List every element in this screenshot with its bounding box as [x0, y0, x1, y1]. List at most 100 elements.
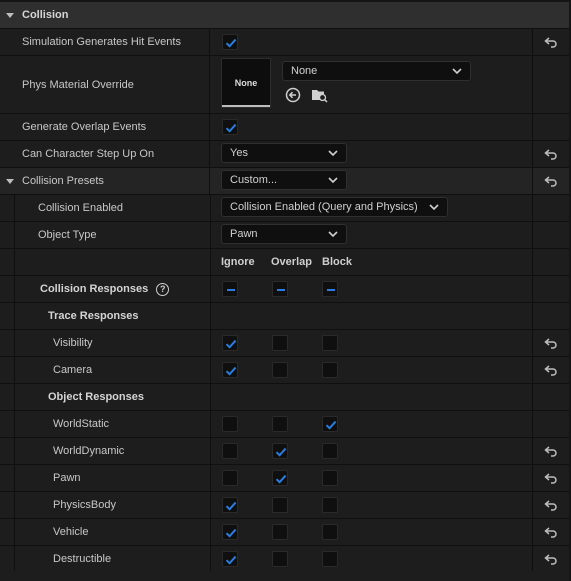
block-checkbox[interactable]	[322, 335, 338, 351]
reset-arrow-icon	[544, 554, 557, 565]
overlap-events-label: Generate Overlap Events	[22, 121, 147, 133]
ignore-checkbox[interactable]	[222, 335, 238, 351]
chevron-down-icon	[429, 204, 439, 211]
reset-arrow-icon	[544, 446, 557, 457]
presets-label: Collision Presets	[22, 175, 104, 187]
reset-arrow-icon	[544, 338, 557, 349]
reset-column	[533, 411, 569, 437]
block-checkbox[interactable]	[322, 362, 338, 378]
collapse-triangle-icon[interactable]	[6, 12, 14, 18]
overlap-events-checkbox[interactable]	[222, 119, 238, 135]
response-row: WorldStatic	[0, 411, 569, 438]
response-name: Camera	[53, 364, 93, 376]
checkmark-icon	[225, 38, 237, 48]
indeterminate-icon	[327, 289, 335, 291]
col-overlap-header: Overlap	[271, 256, 312, 268]
row-collision-enabled: Collision Enabled Collision Enabled (Que…	[0, 195, 569, 222]
object-type-combo[interactable]: Pawn	[221, 224, 347, 244]
section-title: Collision	[22, 9, 69, 21]
all-overlap-checkbox[interactable]	[272, 281, 288, 297]
overlap-checkbox[interactable]	[272, 524, 288, 540]
reset-arrow-icon	[544, 176, 557, 187]
response-row: PhysicsBody	[0, 492, 569, 519]
col-ignore-header: Ignore	[221, 256, 255, 268]
presets-combo[interactable]: Custom...	[221, 170, 347, 190]
reset-arrow-icon	[544, 37, 557, 48]
chevron-down-icon	[452, 68, 462, 75]
checkmark-icon	[225, 501, 237, 511]
object-responses-label: Object Responses	[48, 391, 144, 403]
reset-to-default-button[interactable]	[533, 357, 569, 383]
overlap-checkbox[interactable]	[272, 335, 288, 351]
reset-arrow-icon	[544, 149, 557, 160]
row-collision-responses: Collision Responses ?	[0, 276, 569, 303]
checkmark-icon	[225, 555, 237, 565]
collision-enabled-combo[interactable]: Collision Enabled (Query and Physics)	[221, 197, 448, 217]
block-checkbox[interactable]	[322, 524, 338, 540]
reset-arrow-icon	[544, 500, 557, 511]
row-overlap-events: Generate Overlap Events	[0, 114, 569, 141]
reset-to-default-button[interactable]	[533, 438, 569, 464]
overlap-checkbox[interactable]	[272, 362, 288, 378]
row-object-responses: Object Responses	[0, 384, 569, 411]
row-step-up: Can Character Step Up On Yes	[0, 141, 569, 168]
presets-value: Custom...	[230, 174, 278, 186]
ignore-checkbox[interactable]	[222, 443, 238, 459]
ignore-checkbox[interactable]	[222, 362, 238, 378]
block-checkbox[interactable]	[322, 416, 338, 432]
phys-material-combo-value: None	[291, 65, 318, 77]
ignore-checkbox[interactable]	[222, 416, 238, 432]
block-checkbox[interactable]	[322, 470, 338, 486]
help-icon[interactable]: ?	[156, 282, 170, 296]
all-block-checkbox[interactable]	[322, 281, 338, 297]
reset-to-default-button[interactable]	[533, 29, 569, 55]
reset-to-default-button[interactable]	[533, 141, 569, 167]
panel-footer	[0, 571, 569, 581]
checkmark-icon	[225, 366, 237, 376]
overlap-checkbox[interactable]	[272, 470, 288, 486]
reset-to-default-button[interactable]	[533, 519, 569, 545]
overlap-checkbox[interactable]	[272, 443, 288, 459]
chevron-down-icon	[328, 177, 338, 184]
expand-triangle-icon[interactable]	[6, 178, 14, 184]
row-collision-presets: Collision Presets Custom...	[0, 168, 569, 195]
ignore-checkbox[interactable]	[222, 524, 238, 540]
reset-arrow-icon	[544, 365, 557, 376]
checkmark-icon	[275, 474, 287, 484]
reset-to-default-button[interactable]	[533, 492, 569, 518]
material-thumbnail[interactable]: None	[221, 58, 271, 108]
step-up-combo[interactable]: Yes	[221, 143, 347, 163]
use-selected-asset-icon[interactable]	[285, 87, 301, 103]
overlap-checkbox[interactable]	[272, 416, 288, 432]
checkmark-icon	[225, 339, 237, 349]
block-checkbox[interactable]	[322, 497, 338, 513]
thumbnail-bar	[222, 105, 270, 107]
collision-responses-label: Collision Responses	[40, 283, 149, 295]
ignore-checkbox[interactable]	[222, 497, 238, 513]
response-name: Vehicle	[53, 526, 89, 538]
response-name: PhysicsBody	[53, 499, 116, 511]
sim-hit-label: Simulation Generates Hit Events	[22, 36, 181, 48]
overlap-checkbox[interactable]	[272, 551, 288, 567]
collision-section-header[interactable]: Collision	[0, 2, 569, 29]
reset-to-default-button[interactable]	[533, 168, 569, 194]
overlap-checkbox[interactable]	[272, 497, 288, 513]
chevron-down-icon	[328, 231, 338, 238]
reset-to-default-button[interactable]	[533, 465, 569, 491]
ignore-checkbox[interactable]	[222, 551, 238, 567]
indeterminate-icon	[277, 289, 285, 291]
reset-to-default-button[interactable]	[533, 330, 569, 356]
ignore-checkbox[interactable]	[222, 470, 238, 486]
sim-hit-checkbox[interactable]	[222, 34, 238, 50]
step-up-value: Yes	[230, 147, 248, 159]
checkmark-icon	[225, 123, 237, 133]
phys-material-combo[interactable]: None	[282, 61, 471, 81]
reset-arrow-icon	[544, 527, 557, 538]
block-checkbox[interactable]	[322, 443, 338, 459]
reset-to-default-button[interactable]	[533, 546, 569, 572]
block-checkbox[interactable]	[322, 551, 338, 567]
all-ignore-checkbox[interactable]	[222, 281, 238, 297]
browse-asset-icon[interactable]	[311, 87, 328, 103]
col-block-header: Block	[322, 256, 352, 268]
checkmark-icon	[325, 420, 337, 430]
